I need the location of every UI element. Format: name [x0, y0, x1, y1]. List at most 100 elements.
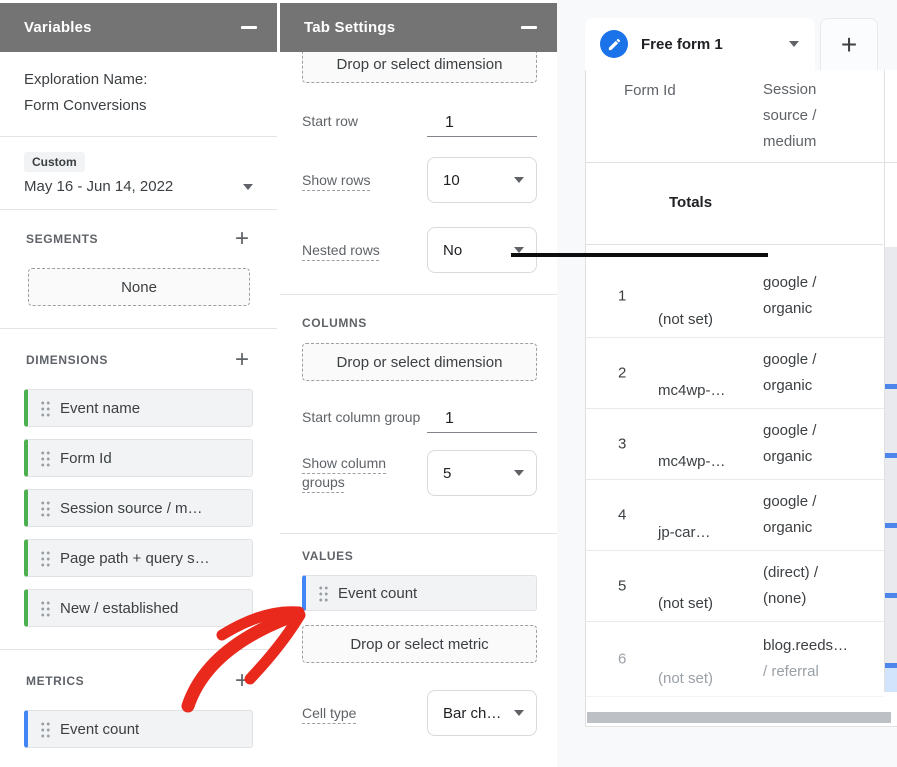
- cell-type-value: Bar ch…: [443, 705, 501, 722]
- column-header-form-id[interactable]: Form Id: [624, 82, 676, 99]
- variables-panel-header: Variables: [0, 3, 277, 52]
- segments-empty-label: None: [121, 279, 157, 296]
- date-range-value: May 16 - Jun 14, 2022: [24, 178, 173, 195]
- date-custom-badge: Custom: [24, 152, 85, 172]
- event-count-bar-column: [885, 247, 897, 692]
- variables-panel: Variables Exploration Name: Form Convers…: [0, 3, 277, 767]
- segments-label: SEGMENTS: [26, 232, 98, 246]
- date-range-selector[interactable]: May 16 - Jun 14, 2022: [24, 178, 253, 195]
- nested-rows-select[interactable]: No: [427, 227, 537, 273]
- segments-drop-zone[interactable]: None: [28, 268, 250, 306]
- tab-settings-panel: Tab Settings Drop or select dimension St…: [280, 3, 557, 767]
- plus-icon: +: [841, 29, 857, 61]
- row-index: 4: [618, 507, 626, 524]
- row-session-source: blog.reeds… / referral: [763, 633, 843, 685]
- chip-label: Form Id: [60, 450, 112, 467]
- show-column-groups-select[interactable]: 5: [427, 450, 537, 496]
- horizontal-scrollbar[interactable]: [587, 712, 891, 723]
- divider: [586, 162, 897, 163]
- chevron-down-icon: [514, 710, 524, 716]
- exploration-name-block[interactable]: Exploration Name: Form Conversions: [0, 52, 277, 119]
- drag-handle-icon: [40, 721, 51, 738]
- report-canvas: Free form 1 + Form Id Session source / m…: [557, 0, 897, 767]
- totals-label: Totals: [669, 194, 712, 211]
- show-column-groups-setting: Show column groups 5: [302, 450, 537, 496]
- start-row-setting: Start row 1: [302, 105, 537, 137]
- add-tab-button[interactable]: +: [820, 18, 878, 70]
- row-session-source: google / organic: [763, 489, 843, 541]
- rows-drop-label: Drop or select dimension: [337, 56, 503, 73]
- dimension-chip[interactable]: Event name: [24, 389, 253, 427]
- plus-icon: +: [235, 669, 249, 693]
- show-rows-value: 10: [443, 172, 460, 189]
- metrics-label: METRICS: [26, 674, 84, 688]
- start-column-input[interactable]: 1: [427, 401, 537, 433]
- variables-panel-body: Exploration Name: Form Conversions Custo…: [0, 52, 277, 748]
- cell-type-setting: Cell type Bar ch…: [302, 690, 537, 736]
- start-row-input[interactable]: 1: [427, 105, 537, 137]
- drag-handle-icon: [318, 585, 329, 602]
- show-rows-setting: Show rows 10: [302, 157, 537, 203]
- row-form-id: (not set): [658, 311, 713, 328]
- segments-section-header: SEGMENTS +: [0, 210, 277, 254]
- start-column-setting: Start column group 1: [302, 401, 537, 433]
- show-rows-select[interactable]: 10: [427, 157, 537, 203]
- chip-label: Session source / m…: [60, 500, 203, 517]
- bar-chart-bar: [885, 663, 897, 668]
- drag-handle-icon: [40, 600, 51, 617]
- column-header-session-source[interactable]: Session source / medium: [763, 77, 845, 155]
- dimension-chip[interactable]: Session source / m…: [24, 489, 253, 527]
- table-row[interactable]: 1 (not set) google / organic: [586, 255, 884, 338]
- minimize-icon[interactable]: [241, 26, 257, 29]
- divider: [586, 244, 883, 245]
- table-row[interactable]: 4 jp-car… google / organic: [586, 480, 884, 551]
- row-index: 3: [618, 436, 626, 453]
- dimension-chip[interactable]: New / established: [24, 589, 253, 627]
- plus-icon: +: [235, 227, 249, 251]
- dimensions-section-header: DIMENSIONS +: [0, 329, 277, 375]
- table-rows: 1 (not set) google / organic 2 mc4wp-… g…: [586, 255, 884, 697]
- show-column-groups-value: 5: [443, 465, 451, 482]
- bar-chart-bar: [885, 593, 897, 598]
- table-row[interactable]: 5 (not set) (direct) / (none): [586, 551, 884, 622]
- tab-free-form-1[interactable]: Free form 1: [585, 18, 815, 70]
- start-column-label: Start column group: [302, 408, 420, 427]
- value-metric-chip[interactable]: Event count: [302, 575, 537, 611]
- add-segment-button[interactable]: +: [227, 224, 257, 254]
- divider: [280, 294, 557, 295]
- drag-handle-icon: [40, 400, 51, 417]
- table-row[interactable]: 2 mc4wp-… google / organic: [586, 338, 884, 409]
- metric-chip[interactable]: Event count: [24, 710, 253, 748]
- bar-chart-bar: [885, 384, 897, 389]
- dimension-chip[interactable]: Form Id: [24, 439, 253, 477]
- show-rows-label: Show rows: [302, 171, 370, 190]
- add-metric-button[interactable]: +: [227, 666, 257, 696]
- drag-handle-icon: [40, 500, 51, 517]
- chip-label: Page path + query s…: [60, 550, 210, 567]
- bar-chart-highlight: [885, 668, 897, 692]
- nested-rows-value: No: [443, 242, 462, 259]
- row-form-id: jp-car…: [658, 524, 711, 541]
- variables-panel-title: Variables: [24, 19, 92, 36]
- cell-type-label: Cell type: [302, 704, 356, 723]
- minimize-icon[interactable]: [521, 26, 537, 29]
- cell-type-select[interactable]: Bar ch…: [427, 690, 537, 736]
- columns-drop-zone[interactable]: Drop or select dimension: [302, 343, 537, 381]
- nested-rows-label: Nested rows: [302, 241, 380, 260]
- start-row-label: Start row: [302, 112, 358, 131]
- table-row[interactable]: 3 mc4wp-… google / organic: [586, 409, 884, 480]
- table-row[interactable]: 6 (not set) blog.reeds… / referral: [586, 622, 884, 697]
- report-table-card: Form Id Session source / medium Totals 1…: [585, 70, 897, 727]
- dimension-chip[interactable]: Page path + query s…: [24, 539, 253, 577]
- values-label: VALUES: [302, 549, 557, 563]
- edit-icon: [600, 30, 628, 58]
- add-dimension-button[interactable]: +: [227, 345, 257, 375]
- exploration-name-value: Form Conversions: [24, 93, 253, 119]
- plus-icon: +: [235, 348, 249, 372]
- chip-label: Event count: [338, 585, 417, 602]
- bar-chart-bar: [885, 523, 897, 528]
- values-drop-zone[interactable]: Drop or select metric: [302, 625, 537, 663]
- annotation-line: [511, 253, 768, 257]
- row-session-source: google / organic: [763, 270, 843, 322]
- bar-chart-bar: [885, 453, 897, 458]
